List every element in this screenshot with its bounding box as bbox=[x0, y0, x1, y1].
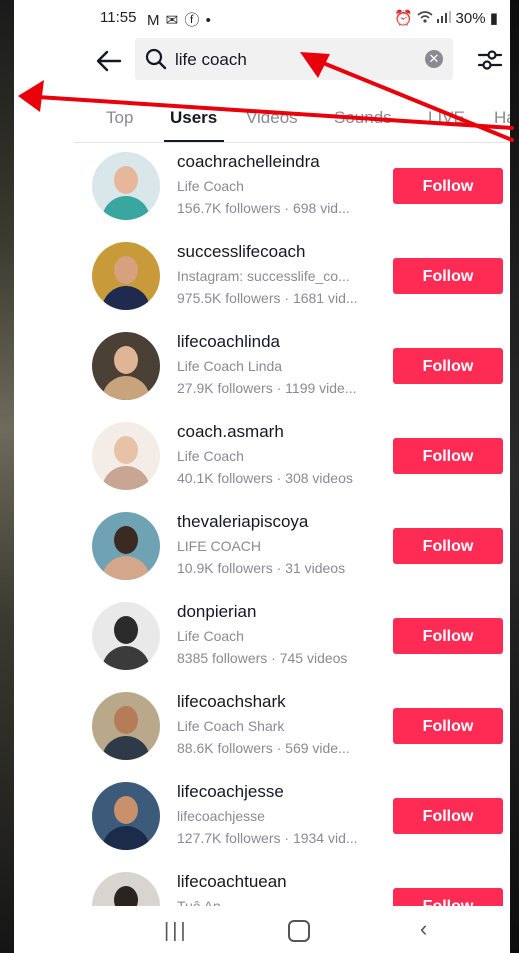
username[interactable]: coachrachelleindra bbox=[177, 152, 320, 172]
user-bio: Life Coach bbox=[177, 178, 244, 194]
recent-apps-icon[interactable]: ||| bbox=[164, 920, 189, 943]
battery-icon: ▮ bbox=[489, 10, 498, 27]
status-time: 11:55 bbox=[100, 9, 137, 26]
notification-icons: M ✉ ⓕ • bbox=[147, 12, 212, 29]
username[interactable]: coach.asmarh bbox=[177, 422, 284, 442]
tab-top[interactable]: Top bbox=[106, 108, 133, 128]
user-bio: Life Coach bbox=[177, 628, 244, 644]
search-query-text: life coach bbox=[175, 50, 247, 69]
clear-icon[interactable]: ✕ bbox=[425, 50, 443, 68]
user-stats: 27.9K followers · 1199 vide... bbox=[177, 380, 357, 396]
wifi-icon bbox=[417, 11, 433, 23]
search-input[interactable]: life coach ✕ bbox=[135, 38, 453, 80]
user-bio: Life Coach Shark bbox=[177, 718, 285, 734]
avatar[interactable] bbox=[92, 602, 160, 670]
user-stats: 127.7K followers · 1934 vid... bbox=[177, 830, 358, 846]
status-right: ⏰ 30% ▮ bbox=[394, 9, 498, 27]
tabs-divider bbox=[74, 142, 510, 143]
status-bar: 11:55 M ✉ ⓕ • ⏰ 30% ▮ bbox=[14, 0, 510, 34]
tab-sounds[interactable]: Sounds bbox=[334, 108, 392, 128]
user-stats: 88.6K followers · 569 vide... bbox=[177, 740, 350, 756]
avatar[interactable] bbox=[92, 152, 160, 220]
user-stats: 10.9K followers · 31 videos bbox=[177, 560, 346, 576]
follow-button[interactable]: Follow bbox=[393, 798, 503, 834]
signal-icon bbox=[437, 11, 452, 23]
phone-screen: 11:55 M ✉ ⓕ • ⏰ 30% ▮ life coach ✕ Top U… bbox=[14, 0, 510, 953]
user-row[interactable]: thevaleriapiscoya LIFE COACH 10.9K follo… bbox=[14, 512, 510, 602]
user-bio: LIFE COACH bbox=[177, 538, 262, 554]
username[interactable]: lifecoachtuean bbox=[177, 872, 287, 892]
user-bio: Life Coach bbox=[177, 448, 244, 464]
follow-button[interactable]: Follow bbox=[393, 438, 503, 474]
avatar[interactable] bbox=[92, 422, 160, 490]
user-stats: 40.1K followers · 308 videos bbox=[177, 470, 353, 486]
user-row[interactable]: lifecoachlinda Life Coach Linda 27.9K fo… bbox=[14, 332, 510, 422]
user-row[interactable]: successlifecoach Instagram: successlife_… bbox=[14, 242, 510, 332]
follow-button[interactable]: Follow bbox=[393, 618, 503, 654]
avatar[interactable] bbox=[92, 242, 160, 310]
user-bio: lifecoachjesse bbox=[177, 808, 265, 824]
avatar[interactable] bbox=[92, 512, 160, 580]
user-bio: Instagram: successlife_co... bbox=[177, 268, 350, 284]
user-row[interactable]: donpierian Life Coach 8385 followers · 7… bbox=[14, 602, 510, 692]
follow-button[interactable]: Follow bbox=[393, 708, 503, 744]
user-bio: Life Coach Linda bbox=[177, 358, 283, 374]
search-icon bbox=[145, 48, 167, 70]
back-arrow-icon[interactable] bbox=[94, 46, 124, 76]
home-icon[interactable] bbox=[288, 920, 310, 942]
alarm-icon: ⏰ bbox=[394, 10, 414, 27]
system-nav-bar: ||| ‹ bbox=[14, 906, 510, 953]
username[interactable]: successlifecoach bbox=[177, 242, 306, 262]
background-photo-right-edge bbox=[510, 0, 519, 953]
username[interactable]: lifecoachshark bbox=[177, 692, 286, 712]
user-row[interactable]: coachrachelleindra Life Coach 156.7K fol… bbox=[14, 152, 510, 242]
battery-percent: 30% bbox=[455, 10, 486, 27]
search-tabs: Top Users Videos Sounds LIVE Ha bbox=[14, 104, 510, 142]
follow-button[interactable]: Follow bbox=[393, 168, 503, 204]
user-stats: 8385 followers · 745 videos bbox=[177, 650, 348, 666]
tab-live[interactable]: LIVE bbox=[428, 108, 465, 128]
follow-button[interactable]: Follow bbox=[393, 258, 503, 294]
username[interactable]: thevaleriapiscoya bbox=[177, 512, 308, 532]
tab-users[interactable]: Users bbox=[170, 108, 217, 128]
user-row[interactable]: coach.asmarh Life Coach 40.1K followers … bbox=[14, 422, 510, 512]
filter-icon[interactable] bbox=[476, 46, 504, 74]
background-photo-left-edge bbox=[0, 0, 14, 953]
follow-button[interactable]: Follow bbox=[393, 528, 503, 564]
tab-videos[interactable]: Videos bbox=[246, 108, 298, 128]
avatar[interactable] bbox=[92, 692, 160, 760]
follow-button[interactable]: Follow bbox=[393, 348, 503, 384]
avatar[interactable] bbox=[92, 782, 160, 850]
nav-back-icon[interactable]: ‹ bbox=[420, 916, 427, 942]
user-stats: 975.5K followers · 1681 vid... bbox=[177, 290, 358, 306]
username[interactable]: lifecoachlinda bbox=[177, 332, 280, 352]
tab-hashtags[interactable]: Ha bbox=[494, 108, 510, 128]
username[interactable]: lifecoachjesse bbox=[177, 782, 284, 802]
avatar[interactable] bbox=[92, 332, 160, 400]
user-row[interactable]: lifecoachjesse lifecoachjesse 127.7K fol… bbox=[14, 782, 510, 872]
user-stats: 156.7K followers · 698 vid... bbox=[177, 200, 350, 216]
user-row[interactable]: lifecoachshark Life Coach Shark 88.6K fo… bbox=[14, 692, 510, 782]
username[interactable]: donpierian bbox=[177, 602, 256, 622]
